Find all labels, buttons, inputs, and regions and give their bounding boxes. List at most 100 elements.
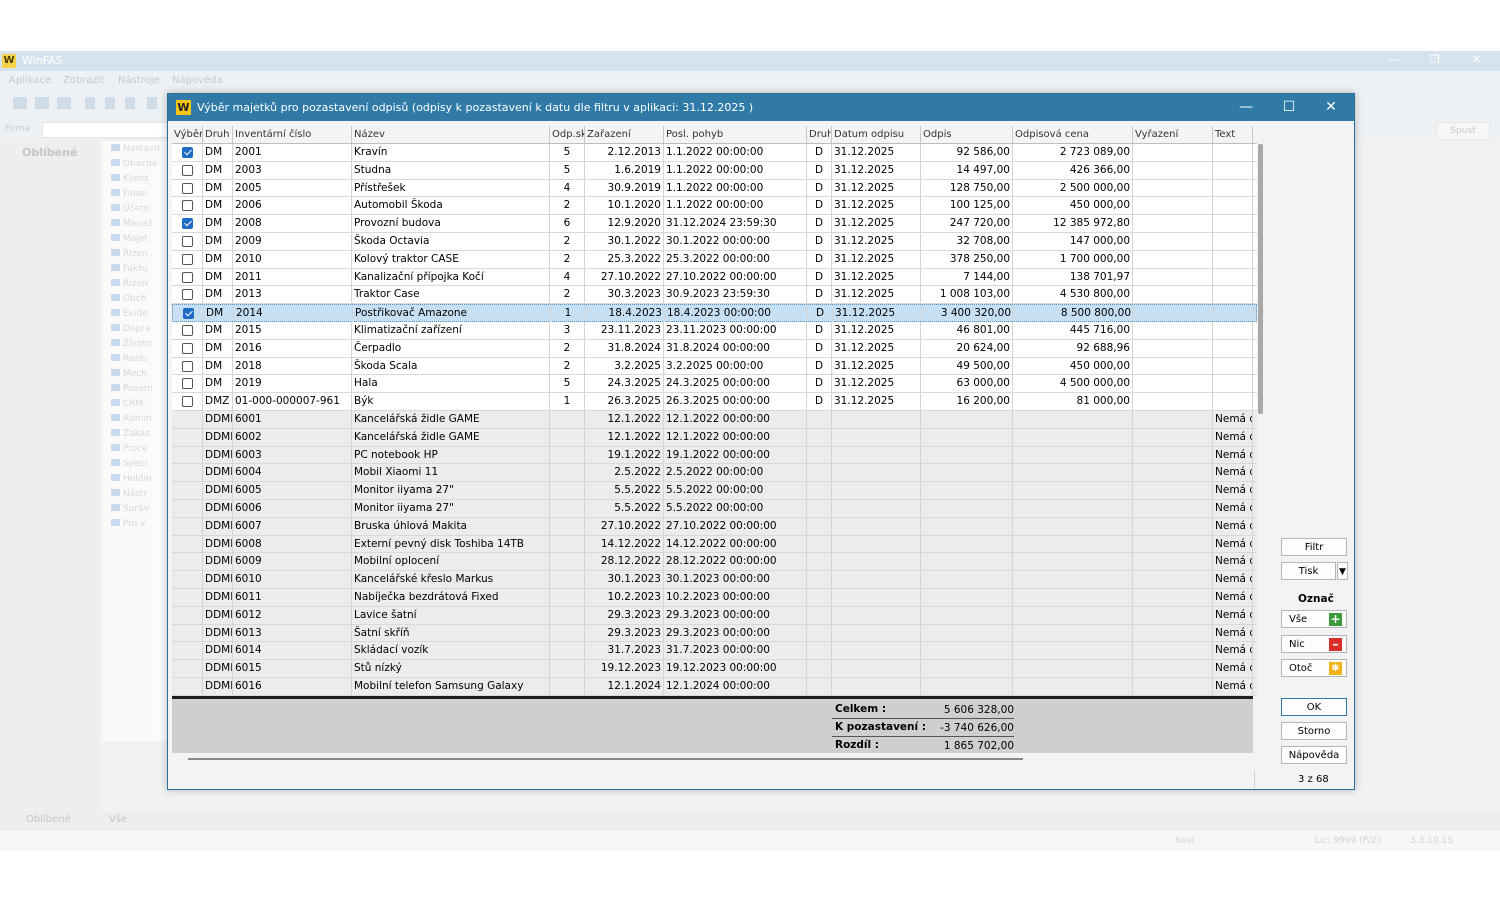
spust-button[interactable]: Spusť <box>1436 122 1490 140</box>
table-row[interactable]: DM 2013 Traktor Case 2 30.3.2023 30.9.2023 23… <box>172 286 1257 305</box>
column-header-8[interactable]: Datum odpisu <box>832 126 921 143</box>
row-checkbox[interactable] <box>183 308 194 320</box>
storno-button[interactable]: Storno <box>1281 722 1347 740</box>
row-checkbox[interactable] <box>182 271 193 283</box>
select-all-button[interactable]: Vše + <box>1281 610 1347 628</box>
column-header-4[interactable]: Odp.sk <box>550 126 585 143</box>
table-row[interactable]: DM 2003 Studna 5 1.6.2019 1.1.2022 00:00:00 D 3… <box>172 161 1257 180</box>
tree-item[interactable]: Klient <box>111 174 149 184</box>
row-checkbox[interactable] <box>182 325 193 336</box>
tree-item[interactable]: Účetn <box>111 204 149 214</box>
menu-napoveda[interactable]: Nápověda <box>172 75 223 86</box>
tisk-button[interactable]: Tisk <box>1281 562 1336 580</box>
help-button[interactable]: Nápověda <box>1281 746 1347 764</box>
tree-item[interactable]: Správ <box>111 504 149 514</box>
table-row[interactable]: DM 2001 Kravín 5 2.12.2013 1.1.2022 00:00:00 D… <box>172 144 1257 162</box>
toolbar-grid-icon[interactable] <box>35 97 49 109</box>
tree-item[interactable]: Řízen <box>111 279 148 289</box>
tree-item[interactable]: Obecné <box>111 159 158 169</box>
tree-item[interactable]: Dopra <box>111 324 150 334</box>
table-row[interactable]: DDMI 6015 Stů nízký 19.12.2023 19.12.2023 00… <box>172 660 1257 678</box>
table-row[interactable]: DM 2016 Čerpadlo 2 31.8.2024 31.8.2024 00:00:… <box>172 339 1257 358</box>
menu-aplikace[interactable]: Aplikace <box>9 75 51 86</box>
table-row[interactable]: DM 2018 Škoda Scala 2 3.2.2025 3.2.2025 00:00… <box>172 357 1257 376</box>
column-header-3[interactable]: Název <box>352 126 550 143</box>
tree-item[interactable]: Holdin <box>111 474 152 484</box>
table-row[interactable]: DDMI 6016 Mobilní telefon Samsung Galaxy 12… <box>172 678 1257 696</box>
table-row[interactable]: DDMI 6009 Mobilní oplocení 28.12.2022 28.12.… <box>172 553 1257 572</box>
tab-vse[interactable]: Vše <box>109 814 127 825</box>
toolbar-up-icon[interactable] <box>147 97 157 109</box>
row-checkbox[interactable] <box>182 147 193 158</box>
tree-item[interactable]: Rozlo <box>111 354 147 364</box>
grid-vertical-scrollbar[interactable] <box>1258 144 1263 414</box>
row-checkbox[interactable] <box>182 360 193 372</box>
tree-item[interactable]: Obch <box>111 294 146 304</box>
tree-item[interactable]: Faktu <box>111 264 147 274</box>
table-row[interactable]: DDMI 6007 Bruska úhlová Makita 27.10.2022 27… <box>172 517 1257 536</box>
tree-item[interactable]: Admin <box>111 414 152 424</box>
app-minimize-icon[interactable]: — <box>1388 53 1399 66</box>
firma-input[interactable] <box>42 122 169 138</box>
table-row[interactable]: DDMI 6005 Monitor iiyama 27" 5.5.2022 5.5.20… <box>172 482 1257 500</box>
row-checkbox[interactable] <box>182 342 193 354</box>
invert-selection-button[interactable]: Otoč ✱ <box>1281 659 1347 677</box>
column-header-11[interactable]: Vyřazení <box>1133 126 1213 143</box>
row-checkbox[interactable] <box>182 378 193 390</box>
toolbar-table-icon[interactable] <box>57 97 71 109</box>
tree-item[interactable]: Finan <box>111 189 147 199</box>
table-row[interactable]: DM 2006 Automobil Škoda 2 10.1.2020 1.1.2022 … <box>172 197 1257 216</box>
row-checkbox[interactable] <box>182 289 193 301</box>
maximize-icon[interactable]: ☐ <box>1274 97 1304 117</box>
tree-item[interactable]: Životn <box>111 339 152 349</box>
table-row[interactable]: DM 2010 Kolový traktor CASE 2 25.3.2022 25.3.… <box>172 250 1257 269</box>
column-header-10[interactable]: Odpisová cena <box>1013 126 1133 143</box>
toolbar-back-icon[interactable] <box>85 97 95 109</box>
table-row[interactable]: DDMI 6001 Kancelářská židle GAME 12.1.2022 1… <box>172 411 1257 429</box>
table-row[interactable]: DDMI 6010 Kancelářské křeslo Markus 30.1.20… <box>172 571 1257 589</box>
table-row[interactable]: DDMI 6004 Mobil Xiaomi 11 2.5.2022 2.5.2022 … <box>172 464 1257 483</box>
row-checkbox[interactable] <box>182 253 193 265</box>
row-checkbox[interactable] <box>182 236 193 247</box>
column-header-1[interactable]: Druh <box>203 126 233 143</box>
table-row[interactable]: DDMI 6014 Skládací vozík 31.7.2023 31.7.2023… <box>172 642 1257 661</box>
table-row[interactable]: DM 2005 Přístřešek 4 30.9.2019 1.1.2022 00:00… <box>172 179 1257 198</box>
column-header-6[interactable]: Posl. pohyb <box>664 126 807 143</box>
toolbar-refresh-icon[interactable] <box>125 97 135 109</box>
app-close-icon[interactable]: ✕ <box>1472 53 1481 66</box>
column-header-7[interactable]: Druh <box>807 126 832 143</box>
tab-oblibene[interactable]: Oblíbené <box>26 814 71 825</box>
tree-item[interactable]: Proce <box>111 444 148 454</box>
select-none-button[interactable]: Nic – <box>1281 635 1347 653</box>
filtr-button[interactable]: Filtr <box>1281 538 1347 556</box>
tree-item[interactable]: CRM <box>111 399 143 409</box>
table-row[interactable]: DDMI 6012 Lavice šatní 29.3.2023 29.3.2023 0… <box>172 606 1257 625</box>
tree-item[interactable]: Nastavit <box>111 144 160 154</box>
tisk-dropdown-icon[interactable]: ▼ <box>1337 562 1348 580</box>
table-row[interactable]: DM 2011 Kanalizační přípojka Kočí 4 27.10.20… <box>172 268 1257 287</box>
toolbar-list-icon[interactable] <box>13 97 27 109</box>
table-row[interactable]: DM 2014 Postřikovač Amazone 1 18.4.2023 18.4.… <box>172 304 1257 323</box>
table-row[interactable]: DDMI 6003 PC notebook HP 19.1.2022 19.1.2022… <box>172 446 1257 465</box>
tree-item[interactable]: Řízen <box>111 249 148 259</box>
column-header-2[interactable]: Inventární číslo <box>233 126 352 143</box>
table-row[interactable]: DM 2019 Hala 5 24.3.2025 24.3.2025 00:00:00 D 3… <box>172 375 1257 394</box>
row-checkbox[interactable] <box>182 182 193 194</box>
app-maximize-icon[interactable]: ❐ <box>1430 53 1440 66</box>
row-checkbox[interactable] <box>182 200 193 212</box>
minimize-icon[interactable]: — <box>1231 97 1261 117</box>
table-row[interactable]: DDMI 6008 Externí pevný disk Toshiba 14TB 1… <box>172 535 1257 554</box>
tree-item[interactable]: Pro v <box>111 519 145 529</box>
tree-item[interactable]: Speci <box>111 459 147 469</box>
column-header-9[interactable]: Odpis <box>921 126 1013 143</box>
ok-button[interactable]: OK <box>1281 698 1347 716</box>
table-row[interactable]: DMZ 01-000-000007-961 Býk 1 26.3.2025 26.3.20… <box>172 393 1257 411</box>
tree-item[interactable]: Zakáz <box>111 429 150 439</box>
grid-horizontal-scrollbar[interactable] <box>188 758 1023 760</box>
column-header-0[interactable]: Výběr <box>172 126 203 143</box>
table-row[interactable]: DM 2008 Provozní budova 6 12.9.2020 31.12.202… <box>172 215 1257 233</box>
row-checkbox[interactable] <box>182 164 193 176</box>
menu-nastroje[interactable]: Nástroje <box>118 75 160 86</box>
tree-item[interactable]: Evide <box>111 309 148 319</box>
table-row[interactable]: DDMI 6002 Kancelářská židle GAME 12.1.2022 1… <box>172 428 1257 447</box>
